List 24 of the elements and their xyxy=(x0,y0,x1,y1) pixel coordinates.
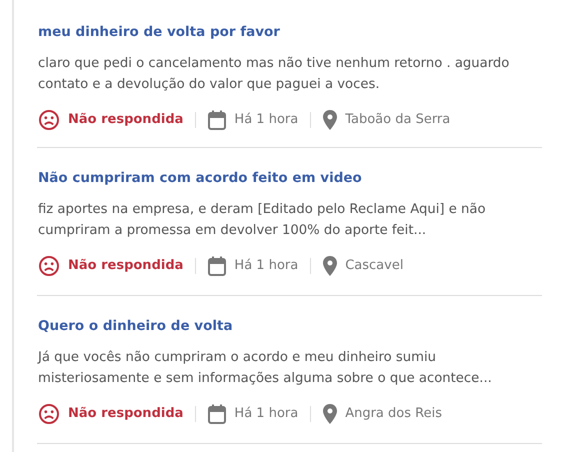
location-label: Cascavel xyxy=(345,256,404,275)
status-label: Não respondida xyxy=(68,256,184,275)
status-label: Não respondida xyxy=(68,110,184,129)
sad-face-icon xyxy=(38,254,60,276)
location-label: Taboão da Serra xyxy=(345,110,450,129)
calendar-icon xyxy=(208,256,226,276)
time-label: Há 1 hora xyxy=(234,256,298,275)
location-label: Angra dos Reis xyxy=(345,404,442,423)
complaint-text: claro que pedi o cancelamento mas não tive nenhum retorno . aguardo contato e a devolução do valor que paguei a voces. xyxy=(38,54,510,94)
sad-face-icon xyxy=(38,402,60,424)
calendar-icon xyxy=(208,110,226,130)
location-pin-icon xyxy=(323,256,338,276)
calendar-icon xyxy=(208,404,226,424)
status-label: Não respondida xyxy=(68,404,184,423)
complaint-text: fiz aportes na empresa, e deram [Editado pelo Reclame Aqui] e não cumpriram a promessa em devolver 100% do aporte feit... xyxy=(38,200,487,240)
complaint-text: Já que vocês não cumpriram o acordo e meu dinheiro sumiu misteriosamente e sem informações alguma sobre o que acontece... xyxy=(38,348,493,388)
time-label: Há 1 hora xyxy=(234,110,298,129)
complaint-title[interactable]: Não cumpriram com acordo feito em video xyxy=(38,168,362,188)
location-pin-icon xyxy=(323,404,338,424)
complaint-title[interactable]: Quero o dinheiro de volta xyxy=(38,316,233,336)
time-label: Há 1 hora xyxy=(234,404,298,423)
location-pin-icon xyxy=(323,110,338,130)
complaint-title[interactable]: meu dinheiro de volta por favor xyxy=(38,22,280,42)
sad-face-icon xyxy=(38,108,60,130)
